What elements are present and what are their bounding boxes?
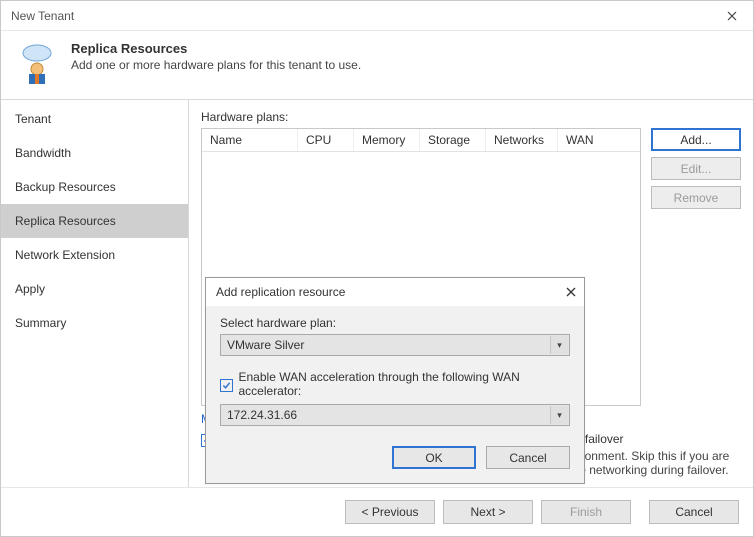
add-replication-dialog: Add replication resource Select hardware… [205, 277, 585, 484]
page-subtitle: Add one or more hardware plans for this … [71, 58, 361, 72]
window-title: New Tenant [11, 9, 74, 23]
check-icon [222, 381, 231, 390]
step-apply[interactable]: Apply [1, 272, 188, 306]
hardware-plan-label: Select hardware plan: [220, 316, 570, 330]
chevron-down-icon: ▾ [550, 406, 568, 424]
wan-accel-label: Enable WAN acceleration through the foll… [239, 370, 571, 398]
dialog-cancel-button[interactable]: Cancel [486, 446, 570, 469]
dialog-ok-button[interactable]: OK [392, 446, 476, 469]
hardware-plan-value: VMware Silver [227, 338, 304, 352]
col-storage[interactable]: Storage [420, 129, 486, 151]
page-header: Replica Resources Add one or more hardwa… [1, 31, 753, 99]
close-icon [566, 287, 576, 297]
page-title: Replica Resources [71, 41, 361, 56]
step-network-extension[interactable]: Network Extension [1, 238, 188, 272]
hardware-plans-label: Hardware plans: [201, 110, 741, 124]
dialog-close-button[interactable] [566, 284, 576, 300]
step-backup-resources[interactable]: Backup Resources [1, 170, 188, 204]
titlebar: New Tenant [1, 1, 753, 31]
col-name[interactable]: Name [202, 129, 298, 151]
col-networks[interactable]: Networks [486, 129, 558, 151]
col-wan[interactable]: WAN [558, 129, 640, 151]
tenant-icon [15, 41, 59, 85]
chevron-down-icon: ▾ [550, 336, 568, 354]
col-cpu[interactable]: CPU [298, 129, 354, 151]
remove-button[interactable]: Remove [651, 186, 741, 209]
finish-button[interactable]: Finish [541, 500, 631, 524]
step-tenant[interactable]: Tenant [1, 102, 188, 136]
grid-header: Name CPU Memory Storage Networks WAN [202, 129, 640, 152]
step-replica-resources[interactable]: Replica Resources [1, 204, 188, 238]
hardware-plan-select[interactable]: VMware Silver ▾ [220, 334, 570, 356]
cancel-button[interactable]: Cancel [649, 500, 739, 524]
close-icon [727, 11, 737, 21]
dialog-title: Add replication resource [216, 285, 345, 299]
next-button[interactable]: Next > [443, 500, 533, 524]
wan-accel-select[interactable]: 172.24.31.66 ▾ [220, 404, 570, 426]
wan-accel-checkbox[interactable] [220, 379, 233, 392]
previous-button[interactable]: < Previous [345, 500, 435, 524]
new-tenant-window: New Tenant Replica Resources Add one or … [0, 0, 754, 537]
wizard-steps: Tenant Bandwidth Backup Resources Replic… [1, 100, 189, 487]
col-memory[interactable]: Memory [354, 129, 420, 151]
step-bandwidth[interactable]: Bandwidth [1, 136, 188, 170]
edit-button[interactable]: Edit... [651, 157, 741, 180]
wan-accel-value: 172.24.31.66 [227, 408, 297, 422]
add-button[interactable]: Add... [651, 128, 741, 151]
wizard-footer: < Previous Next > Finish Cancel [1, 487, 753, 536]
step-summary[interactable]: Summary [1, 306, 188, 340]
window-close-button[interactable] [711, 1, 753, 31]
